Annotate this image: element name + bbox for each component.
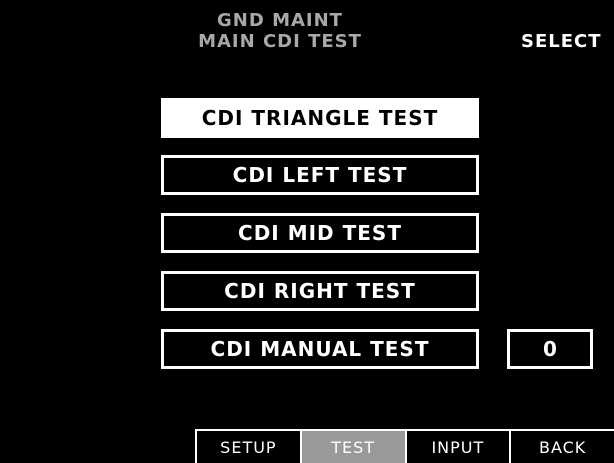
manual-test-value-field[interactable]: 0 [507,329,593,369]
softkey-test[interactable]: TEST [299,431,405,463]
cdi-left-test-button[interactable]: CDI LEFT TEST [161,155,479,195]
cdi-mid-test-button[interactable]: CDI MID TEST [161,213,479,253]
softkey-back[interactable]: BACK [509,431,614,463]
page-title-line-2: MAIN CDI TEST [198,31,362,52]
cdi-triangle-test-button[interactable]: CDI TRIANGLE TEST [161,98,479,138]
cdi-manual-test-button[interactable]: CDI MANUAL TEST [161,329,479,369]
softkey-input[interactable]: INPUT [404,431,510,463]
cdi-test-screen: GND MAINT MAIN CDI TEST SELECT CDI TRIAN… [0,0,614,463]
cdi-right-test-button[interactable]: CDI RIGHT TEST [161,271,479,311]
softkey-bar: SETUP TEST INPUT BACK [195,429,614,463]
page-title-line-1: GND MAINT [217,10,343,31]
mode-label: SELECT [521,31,602,52]
softkey-setup[interactable]: SETUP [195,431,300,463]
